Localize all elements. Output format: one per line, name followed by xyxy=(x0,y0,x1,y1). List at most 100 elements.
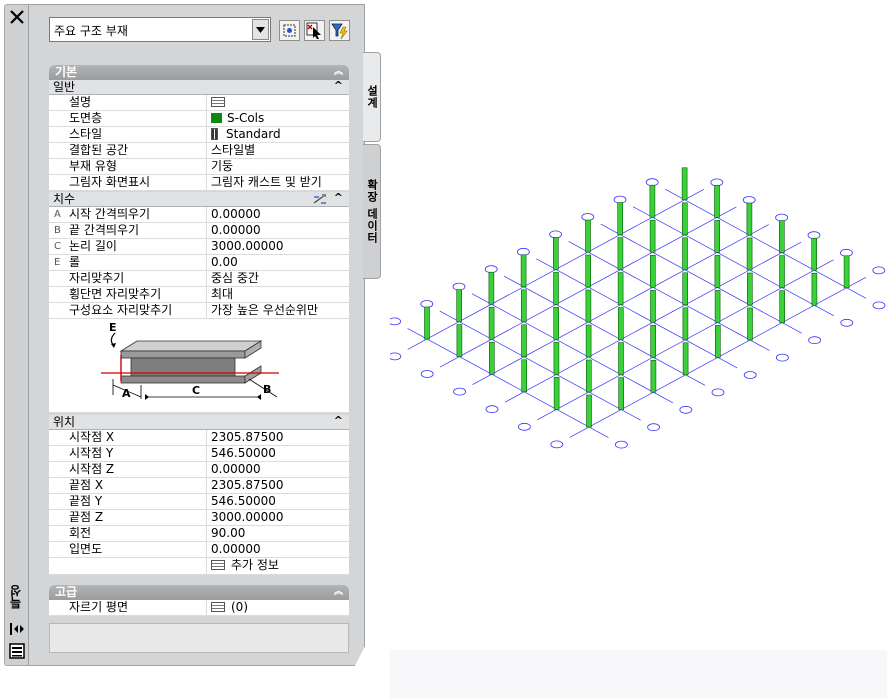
viewport-lower-band xyxy=(390,650,887,699)
grid-bubble xyxy=(742,196,756,204)
prop-row-member-type[interactable]: 부재 유형 기둥 xyxy=(49,159,349,175)
prop-row-description[interactable]: 설명 xyxy=(49,95,349,111)
prop-row-end-z[interactable]: 끝점 Z 3000.00000 xyxy=(49,510,349,526)
prop-row-roll[interactable]: E 롤 0.00 xyxy=(49,255,349,271)
prop-row-cut-plane[interactable]: 자르기 평면 (0) xyxy=(49,600,349,616)
prop-value: 중심 중간 xyxy=(211,271,259,285)
grid-bubble xyxy=(484,265,498,274)
palette-title-strip[interactable]: 특성 xyxy=(4,4,28,666)
properties-menu-icon[interactable] xyxy=(8,643,26,659)
prop-value: 3000.00000 xyxy=(211,510,284,524)
grid-bubble xyxy=(517,422,531,431)
structural-column xyxy=(553,377,560,410)
list-icon[interactable] xyxy=(211,97,225,107)
prop-row-start-x[interactable]: 시작점 X 2305.87500 xyxy=(49,430,349,446)
prop-value: 최대 xyxy=(211,287,234,301)
tab-extended-data-label: 확장 데이터 xyxy=(365,179,379,244)
more-info-link[interactable]: 추가 정보 xyxy=(231,558,279,572)
list-icon[interactable] xyxy=(211,560,225,570)
structural-column xyxy=(585,254,591,288)
prop-row-style[interactable]: 스타일 Standard xyxy=(49,127,349,143)
prop-value: 2305.87500 xyxy=(211,430,284,444)
structural-column xyxy=(586,359,592,393)
quick-select-filter-button[interactable] xyxy=(329,20,350,41)
prop-value: 0.00 xyxy=(211,255,238,269)
quick-select-button[interactable] xyxy=(304,20,325,41)
prop-row-elevation[interactable]: 입면도 0.00000 xyxy=(49,542,349,558)
prop-row-logical-length[interactable]: C 논리 길이 3000.00000 xyxy=(49,239,349,255)
collapse-double-icon[interactable]: ︽ xyxy=(334,585,343,600)
dropdown-button[interactable] xyxy=(252,19,269,40)
structural-column xyxy=(714,325,721,358)
list-icon[interactable] xyxy=(211,602,225,612)
structural-column xyxy=(649,184,656,218)
structural-column xyxy=(681,167,688,201)
structural-column xyxy=(778,220,785,253)
prop-label: 논리 길이 xyxy=(49,239,207,255)
prop-value: Standard xyxy=(226,127,281,141)
chevron-down-icon xyxy=(256,26,265,33)
prop-value: 그림자 캐스트 및 받기 xyxy=(211,175,322,189)
structural-column xyxy=(553,307,559,340)
tab-extended-data[interactable]: 확장 데이터 xyxy=(363,144,381,279)
grid-bubble xyxy=(872,301,886,310)
prop-row-shadow-display[interactable]: 그림자 화면표시 그림자 캐스트 및 받기 xyxy=(49,175,349,191)
prop-row-end-offset[interactable]: B 끝 간격띄우기 0.00000 xyxy=(49,223,349,239)
prop-value: 3000.00000 xyxy=(211,239,284,253)
select-objects-button[interactable] xyxy=(279,20,300,41)
prop-value: 2305.87500 xyxy=(211,478,284,492)
category-dimensions-header[interactable]: 치수 ^ xyxy=(49,191,349,207)
structural-column xyxy=(521,324,527,358)
prop-value: 0.00000 xyxy=(211,223,261,237)
collapse-double-icon[interactable]: ︽ xyxy=(334,65,343,80)
structural-column xyxy=(714,185,720,218)
prop-row-layer[interactable]: 도면층 S-Cols xyxy=(49,111,349,127)
prop-label: 시작점 X xyxy=(49,430,207,446)
prop-row-bound-spaces[interactable]: 결합된 공간 스타일별 xyxy=(49,143,349,159)
category-general-title: 일반 xyxy=(53,80,76,94)
chevron-up-icon[interactable]: ^ xyxy=(334,191,343,205)
section-advanced-header[interactable]: 고급 ︽ xyxy=(49,585,349,600)
structural-column xyxy=(424,306,430,340)
dimension-edit-icon[interactable] xyxy=(313,193,327,205)
prop-row-start-offset[interactable]: A 시작 간격띄우기 0.00000 xyxy=(49,207,349,223)
prop-row-end-y[interactable]: 끝점 Y 546.50000 xyxy=(49,494,349,510)
category-dimensions-title: 치수 xyxy=(53,192,76,206)
object-type-dropdown[interactable]: 주요 구조 부재 xyxy=(49,17,271,42)
prop-row-component-justify[interactable]: 구성요소 자리맞추기 가장 높은 우선순위만 xyxy=(49,303,349,319)
structural-column xyxy=(456,324,463,357)
category-location-header[interactable]: 위치 ^ xyxy=(49,414,349,430)
section-basic-header[interactable]: 기본 ︽ xyxy=(49,65,349,80)
description-box xyxy=(49,623,349,653)
auto-hide-icon[interactable] xyxy=(8,621,26,637)
drawing-viewport[interactable] xyxy=(388,0,887,699)
prop-row-rotation[interactable]: 회전 90.00 xyxy=(49,526,349,542)
advanced-properties-table: 자르기 평면 (0) xyxy=(49,600,349,616)
grid-line xyxy=(536,258,738,369)
column-grid-drawing[interactable] xyxy=(388,0,887,650)
prop-row-start-z[interactable]: 시작점 Z 0.00000 xyxy=(49,462,349,478)
grid-bubble xyxy=(485,405,499,414)
prop-row-justify[interactable]: 자리맞추기 중심 중간 xyxy=(49,271,349,287)
structural-column xyxy=(746,272,753,306)
more-info-row[interactable]: 추가 정보 xyxy=(49,558,349,575)
prop-row-start-y[interactable]: 시작점 Y 546.50000 xyxy=(49,446,349,462)
chevron-up-icon[interactable]: ^ xyxy=(334,414,343,428)
structural-column xyxy=(553,272,559,305)
grid-bubble xyxy=(679,405,693,414)
prop-label: 시작 간격띄우기 xyxy=(49,207,207,223)
chevron-up-icon[interactable]: ^ xyxy=(334,79,343,93)
prop-label: 자리맞추기 xyxy=(49,271,207,287)
prop-row-end-x[interactable]: 끝점 X 2305.87500 xyxy=(49,478,349,494)
grid-bubble xyxy=(872,266,886,275)
close-icon[interactable] xyxy=(8,8,26,26)
cursor-select-icon xyxy=(306,22,321,39)
structural-column xyxy=(714,255,721,288)
prop-row-section-justify[interactable]: 횡단면 자리맞추기 최대 xyxy=(49,287,349,303)
category-general-header[interactable]: 일반 ^ xyxy=(49,79,349,95)
structural-column xyxy=(682,307,689,341)
grid-line xyxy=(664,188,867,299)
tab-design[interactable]: 설계 xyxy=(363,52,381,142)
grid-bubble xyxy=(775,213,789,222)
structural-column xyxy=(811,237,818,271)
